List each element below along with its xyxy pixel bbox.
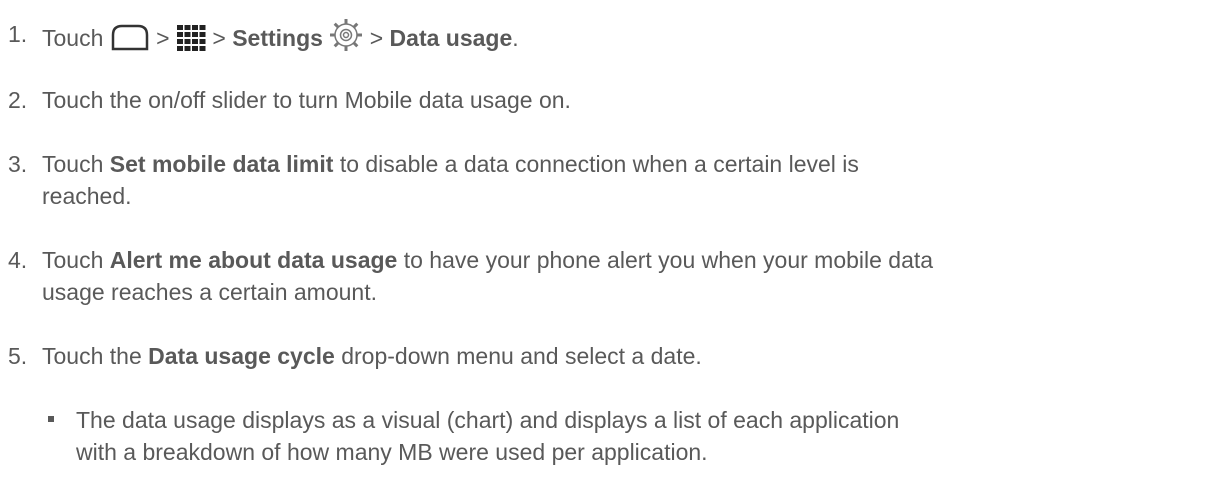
step-number: 3.	[8, 151, 28, 177]
step-text: Touch the Data usage cycle drop-down men…	[42, 340, 1198, 372]
step-number: 2.	[8, 87, 28, 113]
data-usage-label: Data usage	[389, 25, 513, 51]
step-text-post-line2: usage reaches a certain amount.	[42, 279, 377, 305]
step-text: Touch Alert me about data usage to have …	[42, 244, 1198, 308]
step-number: 5.	[8, 343, 28, 369]
data-usage-cycle-label: Data usage cycle	[148, 343, 335, 369]
step-text-post: to have your phone alert you when your m…	[403, 247, 934, 273]
step-text: Touch Set mobile data limit to disable a…	[42, 148, 1198, 212]
step-text-post-line2: reached.	[42, 183, 132, 209]
step-number: 1.	[8, 21, 28, 47]
apps-grid-icon	[176, 24, 206, 60]
step-text: Touch the on/off slider to turn Mobile d…	[42, 87, 571, 113]
alert-me-about-data-usage-label: Alert me about data usage	[109, 247, 398, 273]
step-number: 4.	[8, 247, 28, 273]
set-mobile-data-limit-label: Set mobile data limit	[109, 151, 334, 177]
step-text-post: to disable a data connection when a cert…	[339, 151, 859, 177]
step-text-pre: Touch the	[42, 343, 142, 369]
separator: >	[212, 25, 226, 51]
step-text: Touch > > Settings > Data usage.	[42, 18, 1198, 60]
settings-label: Settings	[232, 25, 323, 51]
bullet-text: The data usage displays as a visual (cha…	[76, 404, 1166, 468]
bullet-square-icon	[48, 416, 54, 422]
separator: >	[156, 25, 170, 51]
home-icon	[110, 22, 150, 60]
step-text-post: drop-down menu and select a date.	[341, 343, 702, 369]
separator: >	[369, 25, 384, 51]
period: .	[512, 25, 519, 51]
step-text-pre: Touch	[42, 151, 104, 177]
bullet-text-line1: The data usage displays as a visual (cha…	[76, 407, 900, 433]
step-text-pre: Touch	[42, 247, 104, 273]
settings-gear-icon	[329, 18, 363, 60]
bullet-text-line2: with a breakdown of how many MB were use…	[76, 439, 708, 465]
step-text-touch: Touch	[42, 25, 104, 51]
